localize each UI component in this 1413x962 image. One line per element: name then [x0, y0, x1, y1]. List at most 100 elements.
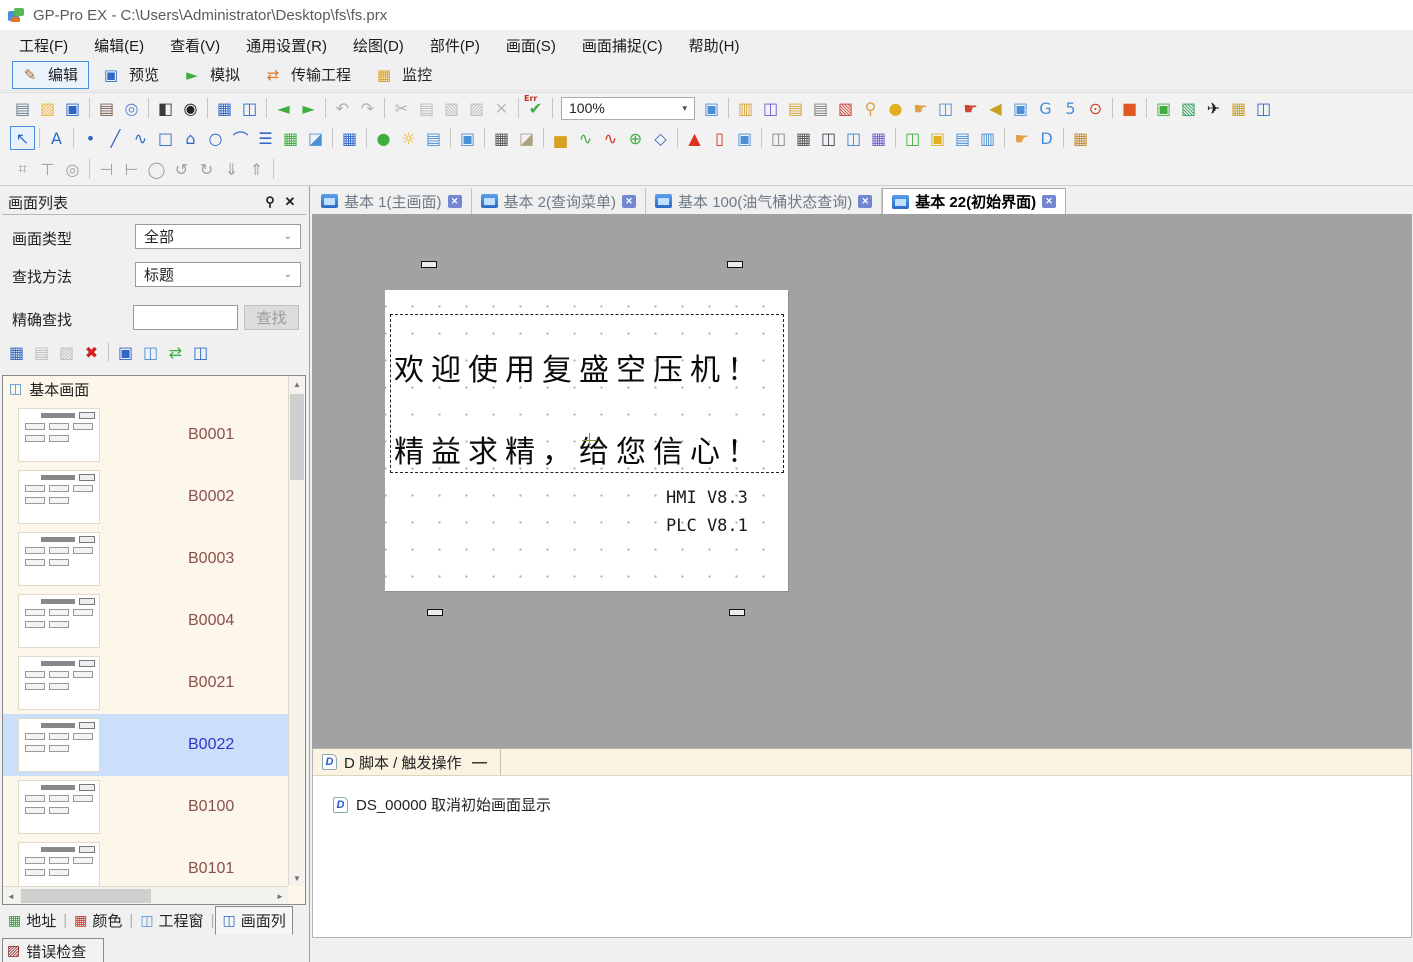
symbol-register-icon[interactable]: ▥: [733, 96, 758, 120]
draw-part-icon[interactable]: ◪: [514, 126, 539, 150]
close-tab-icon[interactable]: ✕: [622, 195, 636, 208]
list-copy-multi-icon[interactable]: ◫: [138, 340, 163, 364]
search-method-select[interactable]: 标题 ⌄: [135, 262, 301, 287]
undo-icon[interactable]: ↶: [330, 96, 355, 120]
download-logic-icon[interactable]: ⇓: [219, 157, 244, 181]
timer-down-icon[interactable]: ↻: [194, 157, 219, 181]
csv-output-icon[interactable]: ▤: [808, 96, 833, 120]
compass-graph-icon[interactable]: ◇: [648, 126, 673, 150]
lamp-part-icon[interactable]: ☼: [396, 126, 421, 150]
scroll-thumb[interactable]: [21, 889, 151, 903]
remote-pc-icon[interactable]: ◫: [841, 126, 866, 150]
parts-list-icon[interactable]: ▤: [783, 96, 808, 120]
trend-graph-icon[interactable]: ∿: [573, 126, 598, 150]
hand-parts-icon[interactable]: ☛: [908, 96, 933, 120]
simulate-button[interactable]: ►模拟: [174, 61, 251, 89]
screen-item-B0101[interactable]: B0101: [3, 838, 288, 886]
selection-handle[interactable]: [727, 261, 743, 268]
screen-tab-2[interactable]: 基本 100(油气桶状态查询)✕: [646, 188, 882, 214]
tab-project-window[interactable]: ◫工程窗: [134, 907, 209, 934]
close-panel-icon[interactable]: ✕: [280, 193, 300, 211]
dscript-entry[interactable]: D DS_00000 取消初始画面显示: [333, 794, 1411, 815]
image-unit-icon[interactable]: ▦: [866, 126, 891, 150]
polyline-tool-icon[interactable]: ∿: [128, 126, 153, 150]
error-check-icon[interactable]: ✔Err: [523, 96, 548, 120]
menu-item-0[interactable]: 工程(F): [6, 31, 81, 60]
polygon-tool-icon[interactable]: ⌂: [178, 126, 203, 150]
screen-item-B0001[interactable]: B0001: [3, 404, 288, 466]
transfer-color-icon[interactable]: ■: [1117, 96, 1142, 120]
vertical-scrollbar[interactable]: ▲ ▼: [288, 376, 305, 886]
window-clock-icon[interactable]: ◫: [933, 96, 958, 120]
window-part-icon[interactable]: ◫: [766, 126, 791, 150]
global-g-icon[interactable]: G: [1033, 96, 1058, 120]
screen-tab-1[interactable]: 基本 2(查询菜单)✕: [472, 188, 647, 214]
film-part-icon[interactable]: ▦: [791, 126, 816, 150]
screen-image-icon[interactable]: ▣: [699, 96, 724, 120]
pin-icon[interactable]: ⚲: [260, 193, 280, 211]
menu-item-7[interactable]: 画面捕捉(C): [569, 31, 676, 60]
screen-type-select[interactable]: 全部 ⌄: [135, 224, 301, 249]
exact-search-input[interactable]: [133, 305, 238, 330]
selection-handle[interactable]: [421, 261, 437, 268]
list-copy-icon[interactable]: ▤: [29, 340, 54, 364]
ladder-tag-icon[interactable]: ⊤: [35, 157, 60, 181]
screen-tab-0[interactable]: 基本 1(主画面)✕: [312, 188, 472, 214]
upload-logic-icon[interactable]: ⇑: [244, 157, 269, 181]
hmi-version-text[interactable]: HMI V8.3: [666, 488, 748, 508]
screen-jump-icon[interactable]: ▣: [1151, 96, 1176, 120]
contact-b-icon[interactable]: ⊢: [119, 157, 144, 181]
movie-player-icon[interactable]: ◫: [816, 126, 841, 150]
welcome-line1[interactable]: 欢迎使用复盛空压机！: [394, 345, 764, 389]
ladder-label-icon[interactable]: ◎: [60, 157, 85, 181]
global-5-icon[interactable]: 5: [1058, 96, 1083, 120]
ellipse-tool-icon[interactable]: ○: [203, 126, 228, 150]
close-tab-icon[interactable]: ✕: [448, 195, 462, 208]
scroll-up-icon[interactable]: ▲: [289, 376, 305, 392]
menu-item-6[interactable]: 画面(S): [493, 31, 569, 60]
package-icon[interactable]: ◫: [1251, 96, 1276, 120]
switch-part-icon[interactable]: ●: [371, 126, 396, 150]
key-mark-icon[interactable]: ⚲: [858, 96, 883, 120]
hmi-screen[interactable]: 欢迎使用复盛空压机！ 精益求精，给您信心！ HMI V8.3 PLC V8.1: [385, 290, 788, 591]
welcome-line2[interactable]: 精益求精，给您信心！: [394, 427, 764, 471]
screen-item-B0003[interactable]: B0003: [3, 528, 288, 590]
plc-version-text[interactable]: PLC V8.1: [666, 516, 748, 536]
previous-screen-icon[interactable]: ◄: [271, 96, 296, 120]
memo-edit-icon[interactable]: ▧: [1176, 96, 1201, 120]
scale-tool-icon[interactable]: ☰: [253, 126, 278, 150]
date-display-icon[interactable]: ▣: [455, 126, 480, 150]
scroll-down-icon[interactable]: ▼: [289, 870, 305, 886]
image-import-icon[interactable]: ◪: [303, 126, 328, 150]
text-list2-icon[interactable]: ▥: [975, 126, 1000, 150]
touch-operation-icon[interactable]: ☛: [958, 96, 983, 120]
list-paste-icon[interactable]: ▧: [54, 340, 79, 364]
table-tool-icon[interactable]: ▦: [337, 126, 362, 150]
duplicate-icon[interactable]: ▨: [464, 96, 489, 120]
screen-item-B0002[interactable]: B0002: [3, 466, 288, 528]
scatter-graph-icon[interactable]: ⊕: [623, 126, 648, 150]
screen-settings-icon[interactable]: ◫: [237, 96, 262, 120]
select-cursor-icon[interactable]: ↖: [10, 126, 35, 150]
cut-icon[interactable]: ✂: [389, 96, 414, 120]
sound-icon[interactable]: ◀: [983, 96, 1008, 120]
menu-item-3[interactable]: 通用设置(R): [233, 31, 340, 60]
close-tab-icon[interactable]: ✕: [858, 195, 872, 208]
image-tool-icon[interactable]: ▦: [278, 126, 303, 150]
bar-graph-icon[interactable]: ▅: [548, 126, 573, 150]
tab-color[interactable]: ▦颜色: [68, 907, 128, 934]
menu-item-5[interactable]: 部件(P): [417, 31, 493, 60]
tab-screen-list[interactable]: ◫画面列: [215, 906, 292, 935]
screen-item-B0100[interactable]: B0100: [3, 776, 288, 838]
text-tool-icon[interactable]: A: [44, 126, 69, 150]
data-transfer-icon[interactable]: ◫: [900, 126, 925, 150]
transfer-project-button[interactable]: ⇄传输工程: [255, 61, 362, 89]
scroll-left-icon[interactable]: ◄: [3, 888, 19, 904]
header-footer-icon[interactable]: ◫: [758, 96, 783, 120]
menu-item-8[interactable]: 帮助(H): [676, 31, 753, 60]
selection-handle[interactable]: [427, 609, 443, 616]
backup-timer-icon[interactable]: ⊙: [1083, 96, 1108, 120]
menu-item-2[interactable]: 查看(V): [157, 31, 233, 60]
d-script-icon[interactable]: D: [1034, 126, 1059, 150]
menu-item-1[interactable]: 编辑(E): [81, 31, 157, 60]
